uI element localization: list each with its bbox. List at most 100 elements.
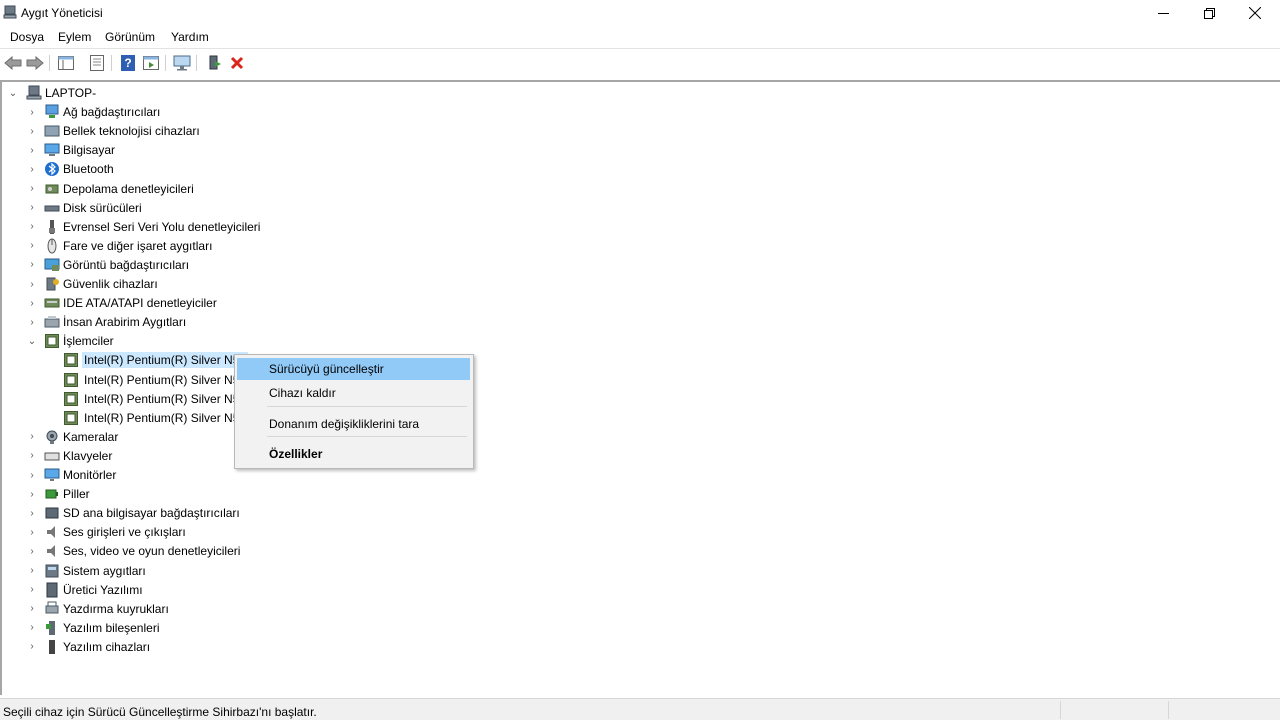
properties-button[interactable]	[87, 53, 107, 73]
tree-category-item[interactable]: › İnsan Arabirim Aygıtları	[27, 313, 186, 331]
tree-device-label: Intel(R) Pentium(R) Silver N50	[84, 410, 247, 425]
expand-chevron-icon[interactable]: ›	[27, 126, 37, 137]
tree-category-item[interactable]: › Güvenlik cihazları	[27, 275, 158, 293]
tree-category-item[interactable]: › Bluetooth	[27, 160, 114, 178]
menu-eylem[interactable]: Eylem	[58, 30, 91, 44]
expand-chevron-icon[interactable]: ›	[27, 164, 37, 175]
expand-chevron-icon[interactable]: ›	[27, 431, 37, 442]
back-button[interactable]	[3, 53, 23, 73]
restore-button[interactable]	[1186, 0, 1232, 26]
tree-category-item[interactable]: › Sistem aygıtları	[27, 562, 145, 580]
tree-category-label: Bluetooth	[63, 162, 114, 177]
expand-chevron-icon[interactable]: ›	[27, 145, 37, 156]
tree-category-item[interactable]: › Klavyeler	[27, 447, 112, 465]
title-bar: Aygıt Yöneticisi	[0, 0, 1280, 26]
root-computer-icon	[26, 85, 42, 100]
tree-device-item[interactable]: Intel(R) Pentium(R) Silver N50	[63, 390, 248, 408]
tree-category-label: Kameralar	[63, 429, 119, 444]
mouse-icon	[47, 238, 57, 254]
tree-category-item[interactable]: › Disk sürücüleri	[27, 199, 141, 217]
tree-category-item[interactable]: › Yazılım bileşenleri	[27, 619, 159, 637]
memory-device-icon	[44, 125, 60, 137]
update-driver-button[interactable]	[204, 53, 224, 73]
expand-chevron-icon[interactable]: ›	[27, 641, 37, 652]
expand-chevron-icon[interactable]: ›	[27, 202, 37, 213]
menu-dosya[interactable]: Dosya	[10, 30, 44, 44]
tree-category-label: Görüntü bağdaştırıcıları	[63, 257, 190, 272]
tree-category-item[interactable]: › Monitörler	[27, 466, 116, 484]
expand-chevron-icon[interactable]: ›	[27, 565, 37, 576]
action-pane-button[interactable]	[141, 53, 161, 73]
console-tree-button[interactable]	[56, 53, 76, 73]
expand-chevron-icon[interactable]: ›	[27, 546, 37, 557]
collapse-chevron-icon[interactable]: ⌄	[27, 336, 37, 347]
expand-chevron-icon[interactable]: ›	[27, 489, 37, 500]
uninstall-device-button[interactable]	[227, 53, 247, 73]
context-item-update-driver[interactable]: Sürücüyü güncelleştir	[237, 358, 470, 380]
battery-icon	[45, 489, 58, 499]
tree-category-item[interactable]: › Fare ve diğer işaret aygıtları	[27, 237, 212, 255]
expand-chevron-icon[interactable]: ›	[27, 317, 37, 328]
expand-chevron-icon[interactable]: ›	[27, 279, 37, 290]
expand-chevron-icon[interactable]: ›	[27, 450, 37, 461]
processor-icon	[64, 372, 78, 387]
tree-category-label: Evrensel Seri Veri Yolu denetleyicileri	[63, 219, 261, 234]
expand-chevron-icon[interactable]: ›	[27, 221, 37, 232]
console-tree-icon	[58, 56, 74, 70]
forward-button[interactable]	[25, 53, 45, 73]
computer-icon	[44, 143, 60, 157]
tree-category-item[interactable]: › Kameralar	[27, 428, 118, 446]
tree-category-item[interactable]: › Depolama denetleyicileri	[27, 180, 193, 198]
tree-category-label: Ses girişleri ve çıkışları	[63, 525, 186, 540]
tree-category-item[interactable]: ⌄ İşlemciler	[27, 332, 114, 350]
scan-hardware-button[interactable]	[172, 53, 192, 73]
context-item-scan-hardware[interactable]: Donanım değişikliklerini tara	[237, 413, 470, 435]
tree-device-item[interactable]: Intel(R) Pentium(R) Silver N50	[63, 351, 249, 369]
software-component-icon	[46, 620, 55, 635]
tree-category-label: Ses, video ve oyun denetleyicileri	[63, 544, 241, 559]
processor-icon	[64, 353, 78, 368]
tree-category-item[interactable]: › Ses girişleri ve çıkışları	[27, 523, 186, 541]
expand-chevron-icon[interactable]: ›	[27, 527, 37, 538]
tree-category-item[interactable]: › IDE ATA/ATAPI denetleyiciler	[27, 294, 217, 312]
tree-category-item[interactable]: › Yazdırma kuyrukları	[27, 600, 169, 618]
collapse-chevron-icon[interactable]: ⌄	[8, 88, 18, 99]
tree-category-label: Fare ve diğer işaret aygıtları	[63, 238, 213, 253]
expand-chevron-icon[interactable]: ›	[27, 259, 37, 270]
expand-chevron-icon[interactable]: ›	[27, 183, 37, 194]
tree-category-item[interactable]: › SD ana bilgisayar bağdaştırıcıları	[27, 504, 239, 522]
expand-chevron-icon[interactable]: ›	[27, 622, 37, 633]
tree-category-item[interactable]: › Ses, video ve oyun denetleyicileri	[27, 542, 240, 560]
expand-chevron-icon[interactable]: ›	[27, 107, 37, 118]
toolbar-separator	[165, 55, 166, 71]
tree-category-item[interactable]: › Yazılım cihazları	[27, 638, 150, 656]
tree-category-item[interactable]: › Üretici Yazılımı	[27, 581, 143, 599]
tree-root[interactable]: ⌄ LAPTOP-	[8, 84, 96, 102]
minimize-button[interactable]	[1140, 0, 1186, 26]
tree-category-item[interactable]: › Evrensel Seri Veri Yolu denetleyicileri	[27, 218, 260, 236]
close-button[interactable]	[1232, 0, 1278, 26]
menu-gorunum[interactable]: Görünüm	[105, 30, 155, 44]
tree-category-item[interactable]: › Bilgisayar	[27, 141, 115, 159]
tree-category-item[interactable]: › Bellek teknolojisi cihazları	[27, 122, 199, 140]
processor-icon	[64, 410, 78, 425]
expand-chevron-icon[interactable]: ›	[27, 584, 37, 595]
help-button[interactable]: ?	[118, 53, 138, 73]
expand-chevron-icon[interactable]: ›	[27, 240, 37, 251]
expand-chevron-icon[interactable]: ›	[27, 298, 37, 309]
tree-category-item[interactable]: › Piller	[27, 485, 89, 503]
tree-category-label: IDE ATA/ATAPI denetleyiciler	[63, 296, 217, 311]
expand-chevron-icon[interactable]: ›	[27, 603, 37, 614]
tree-category-item[interactable]: › Ağ bağdaştırıcıları	[27, 103, 160, 121]
device-tree: ⌄ LAPTOP- › Ağ bağdaştırıcıları › Bellek tekn…	[0, 80, 1280, 695]
tree-category-label: Güvenlik cihazları	[63, 277, 158, 291]
tree-category-item[interactable]: › Görüntü bağdaştırıcıları	[27, 256, 189, 274]
context-item-uninstall-device[interactable]: Cihazı kaldır	[237, 382, 470, 404]
expand-chevron-icon[interactable]: ›	[27, 508, 37, 519]
expand-chevron-icon[interactable]: ›	[27, 470, 37, 481]
menu-yardim[interactable]: Yardım	[171, 30, 209, 44]
context-item-properties[interactable]: Özellikler	[237, 443, 470, 465]
tree-device-item[interactable]: Intel(R) Pentium(R) Silver N50	[63, 409, 248, 427]
tree-category-label: Yazdırma kuyrukları	[63, 601, 169, 616]
tree-device-item[interactable]: Intel(R) Pentium(R) Silver N50	[63, 371, 248, 389]
